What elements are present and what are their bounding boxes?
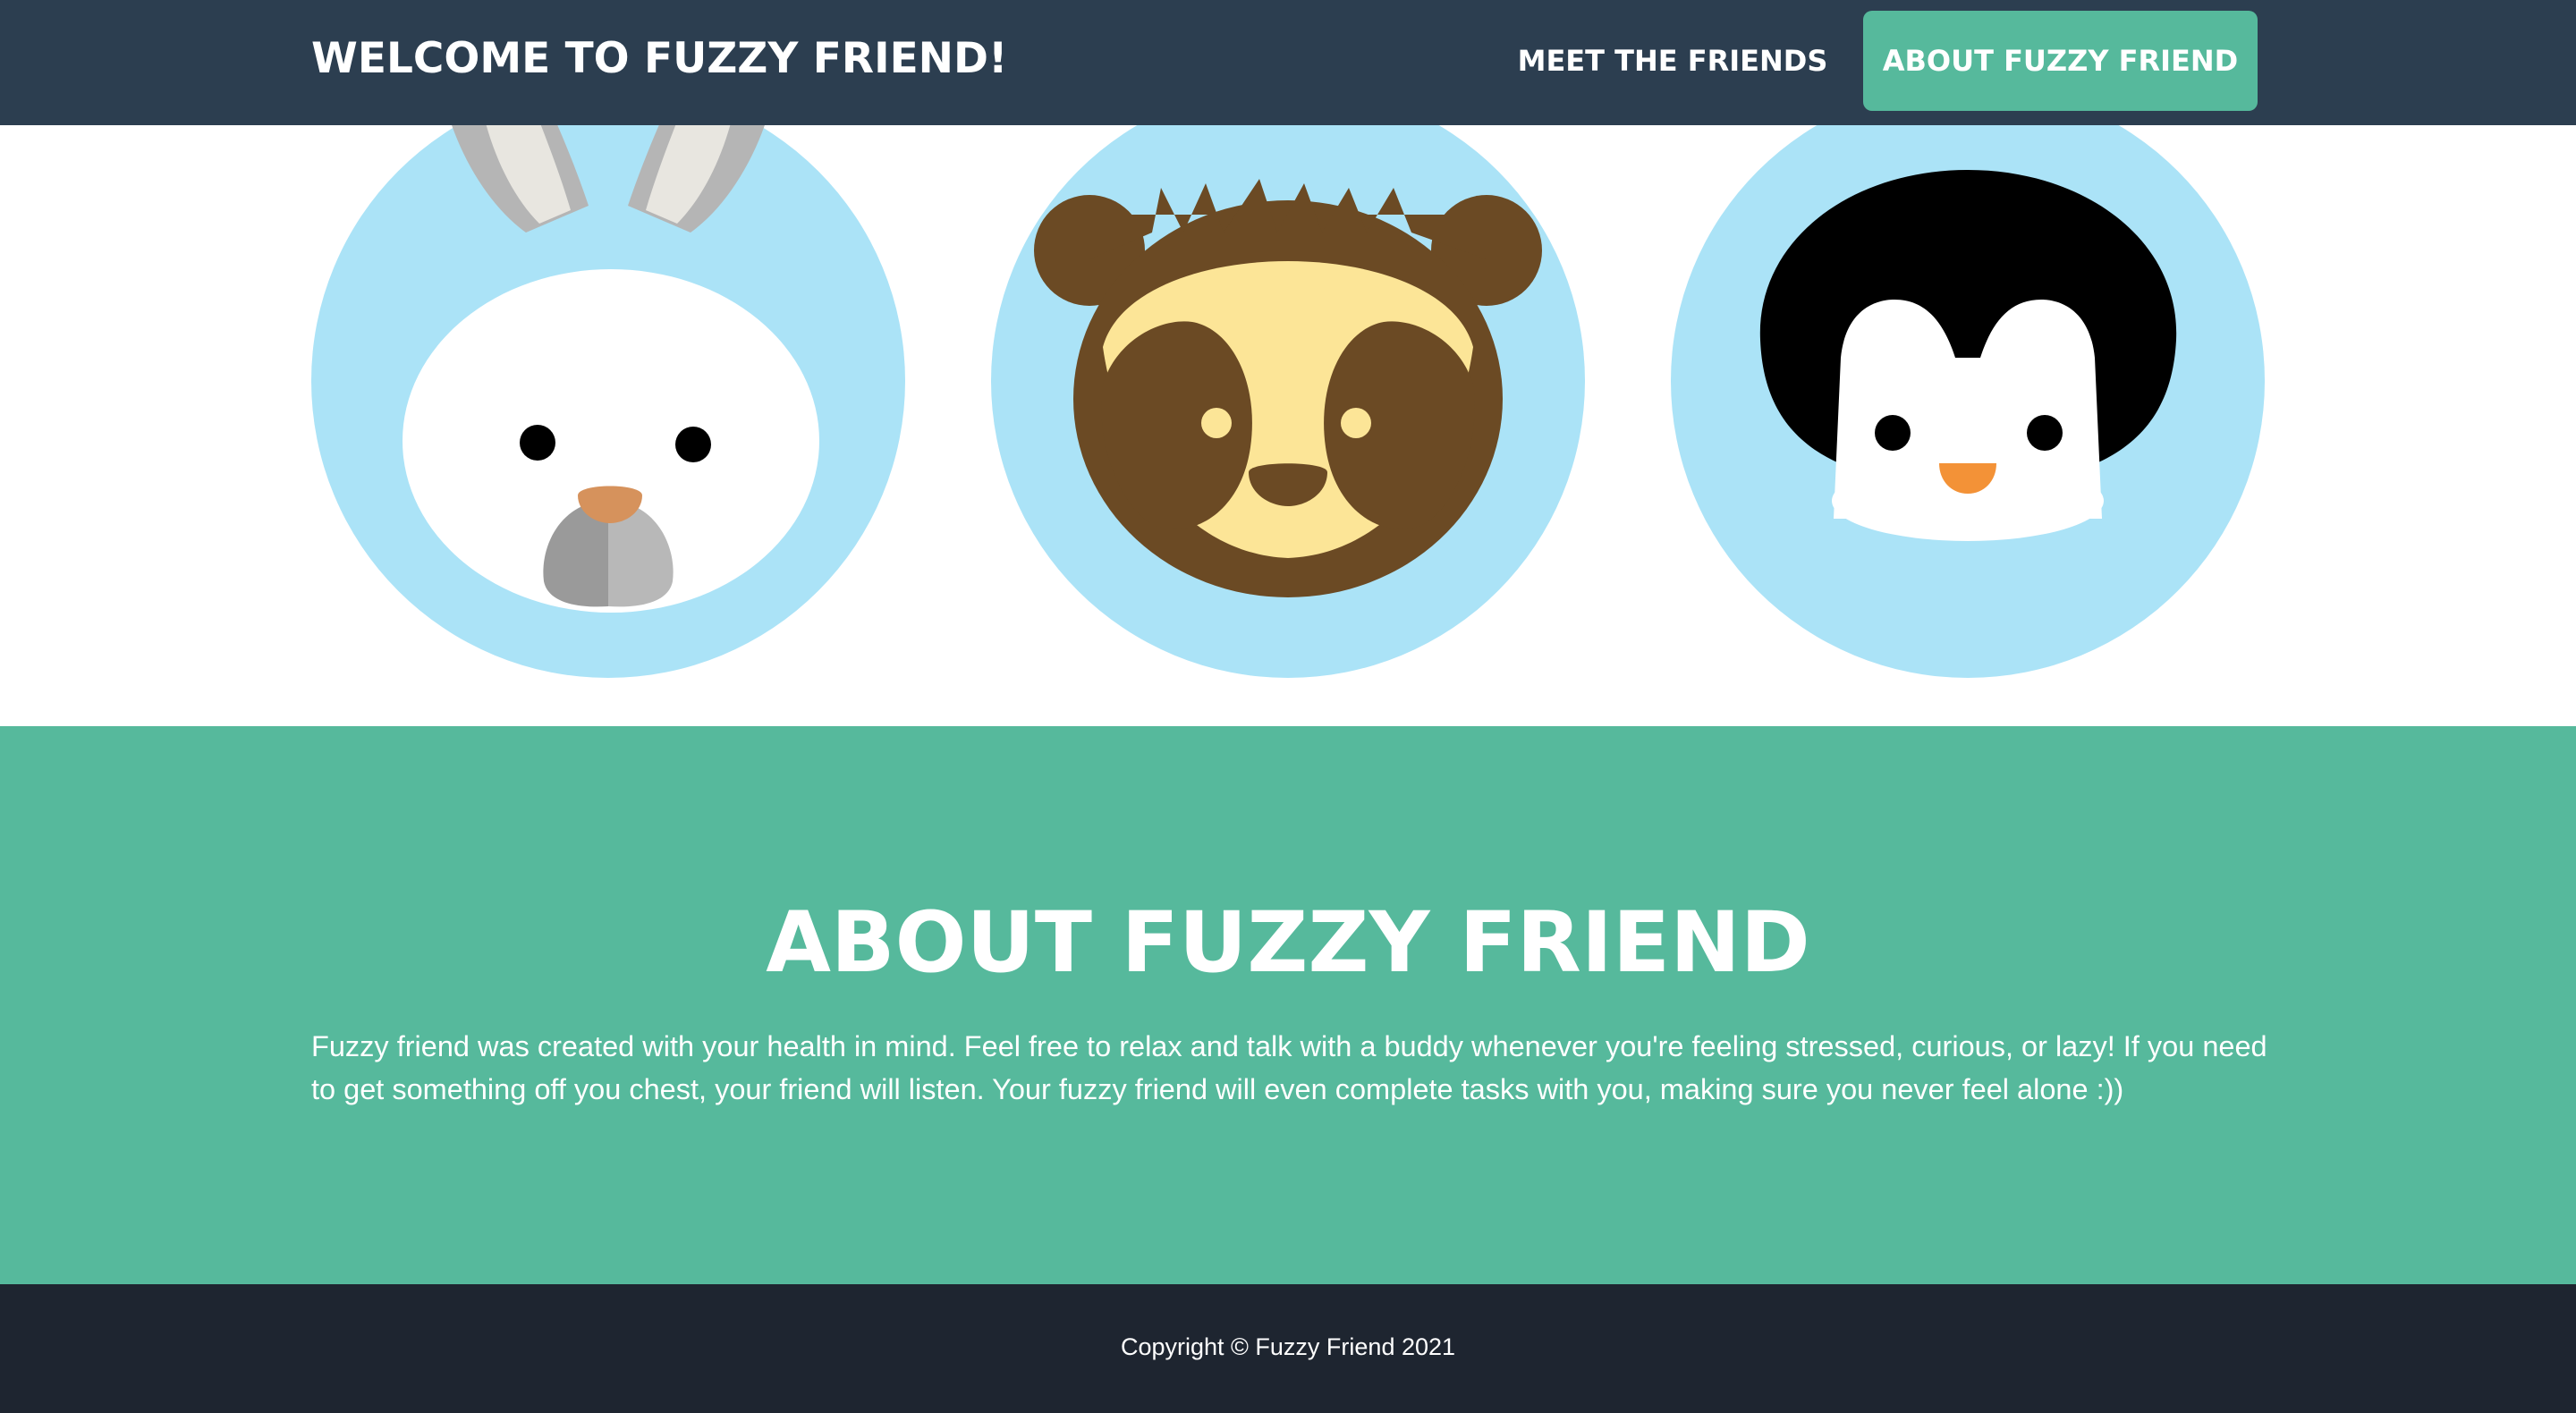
nav-link-about-fuzzy-friend[interactable]: ABOUT FUZZY FRIEND [1863, 11, 2258, 111]
sloth-avatar-icon[interactable] [991, 125, 1585, 680]
page-footer: Copyright © Fuzzy Friend 2021 [0, 1284, 2576, 1413]
brand-title[interactable]: WELCOME TO FUZZY FRIEND! [311, 32, 1007, 86]
friends-masthead [0, 125, 2576, 726]
top-navbar: WELCOME TO FUZZY FRIEND! MEET THE FRIEND… [0, 0, 2576, 125]
nav-link-meet-the-friends[interactable]: MEET THE FRIENDS [1512, 11, 1834, 111]
about-title: ABOUT FUZZY FRIEND [766, 894, 1810, 992]
copyright-text: Copyright © Fuzzy Friend 2021 [1120, 1333, 1456, 1360]
penguin-avatar-icon[interactable] [1671, 125, 2265, 680]
bunny-avatar-icon[interactable] [311, 125, 905, 680]
about-description: Fuzzy friend was created with your healt… [311, 1030, 2267, 1105]
about-section: ABOUT FUZZY FRIEND Fuzzy friend was crea… [0, 726, 2576, 1284]
